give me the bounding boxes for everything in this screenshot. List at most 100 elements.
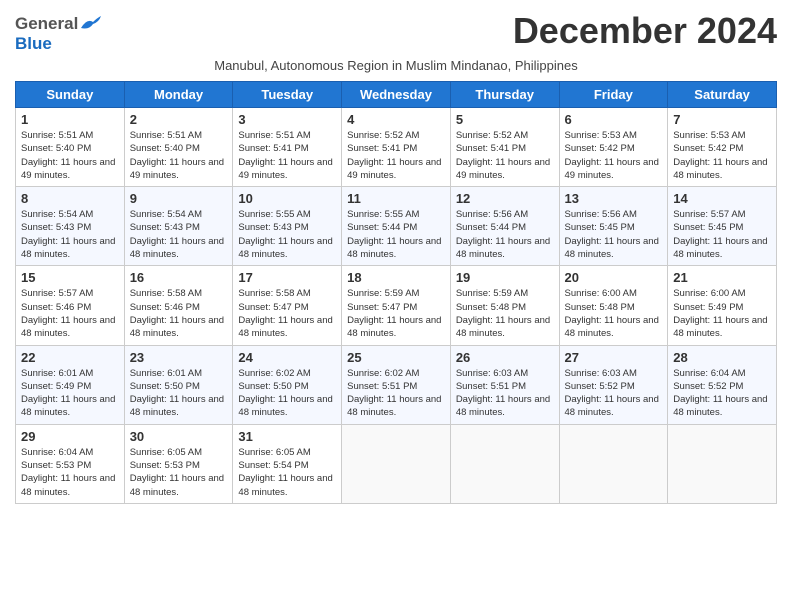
calendar-cell: 17Sunrise: 5:58 AMSunset: 5:47 PMDayligh… (233, 266, 342, 345)
day-info: Sunrise: 6:01 AMSunset: 5:49 PMDaylight:… (21, 367, 119, 420)
day-number: 20 (565, 270, 663, 285)
day-info: Sunrise: 6:02 AMSunset: 5:50 PMDaylight:… (238, 367, 336, 420)
logo-general: General (15, 14, 78, 34)
day-info: Sunrise: 5:51 AMSunset: 5:40 PMDaylight:… (130, 129, 228, 182)
calendar-cell: 12Sunrise: 5:56 AMSunset: 5:44 PMDayligh… (450, 187, 559, 266)
day-number: 15 (21, 270, 119, 285)
day-info: Sunrise: 5:55 AMSunset: 5:43 PMDaylight:… (238, 208, 336, 261)
calendar-cell: 13 Sunrise: 5:56 AMSunset: 5:45 PMDayligh… (559, 187, 668, 266)
page-header: General Blue December 2024 (15, 10, 777, 54)
calendar-week-row: 29 Sunrise: 6:04 AMSunset: 5:53 PMDayligh… (16, 424, 777, 503)
day-number: 4 (347, 112, 445, 127)
day-number: 9 (130, 191, 228, 206)
day-number: 11 (347, 191, 445, 206)
day-info: Sunrise: 5:54 AMSunset: 5:43 PMDaylight:… (21, 208, 119, 261)
calendar-cell: 18Sunrise: 5:59 AMSunset: 5:47 PMDayligh… (342, 266, 451, 345)
day-number: 28 (673, 350, 771, 365)
weekday-header-thursday: Thursday (450, 82, 559, 108)
day-info: Sunrise: 6:04 AMSunset: 5:53 PMDaylight:… (21, 446, 119, 499)
calendar-cell: 2 Sunrise: 5:51 AMSunset: 5:40 PMDaylight… (124, 108, 233, 187)
day-info: Sunrise: 5:56 AMSunset: 5:45 PMDaylight:… (565, 208, 663, 261)
day-number: 14 (673, 191, 771, 206)
calendar-cell: 8 Sunrise: 5:54 AMSunset: 5:43 PMDaylight… (16, 187, 125, 266)
day-info: Sunrise: 5:59 AMSunset: 5:47 PMDaylight:… (347, 287, 445, 340)
calendar-cell: 26Sunrise: 6:03 AMSunset: 5:51 PMDayligh… (450, 345, 559, 424)
day-info: Sunrise: 6:01 AMSunset: 5:50 PMDaylight:… (130, 367, 228, 420)
day-number: 31 (238, 429, 336, 444)
day-number: 25 (347, 350, 445, 365)
weekday-header-saturday: Saturday (668, 82, 777, 108)
day-number: 29 (21, 429, 119, 444)
calendar-cell: 20 Sunrise: 6:00 AMSunset: 5:48 PMDayligh… (559, 266, 668, 345)
day-number: 3 (238, 112, 336, 127)
day-number: 1 (21, 112, 119, 127)
calendar-cell: 3 Sunrise: 5:51 AMSunset: 5:41 PMDaylight… (233, 108, 342, 187)
calendar-cell: 24Sunrise: 6:02 AMSunset: 5:50 PMDayligh… (233, 345, 342, 424)
calendar-week-row: 22 Sunrise: 6:01 AMSunset: 5:49 PMDayligh… (16, 345, 777, 424)
day-info: Sunrise: 6:00 AMSunset: 5:49 PMDaylight:… (673, 287, 771, 340)
calendar-week-row: 8 Sunrise: 5:54 AMSunset: 5:43 PMDaylight… (16, 187, 777, 266)
day-info: Sunrise: 6:00 AMSunset: 5:48 PMDaylight:… (565, 287, 663, 340)
day-number: 16 (130, 270, 228, 285)
day-info: Sunrise: 6:04 AMSunset: 5:52 PMDaylight:… (673, 367, 771, 420)
calendar-header-row: SundayMondayTuesdayWednesdayThursdayFrid… (16, 82, 777, 108)
day-number: 30 (130, 429, 228, 444)
logo: General Blue (15, 14, 102, 54)
day-number: 22 (21, 350, 119, 365)
day-info: Sunrise: 5:58 AMSunset: 5:46 PMDaylight:… (130, 287, 228, 340)
day-info: Sunrise: 6:05 AMSunset: 5:53 PMDaylight:… (130, 446, 228, 499)
calendar-cell: 14 Sunrise: 5:57 AMSunset: 5:45 PMDayligh… (668, 187, 777, 266)
day-info: Sunrise: 6:05 AMSunset: 5:54 PMDaylight:… (238, 446, 336, 499)
day-number: 17 (238, 270, 336, 285)
weekday-header-wednesday: Wednesday (342, 82, 451, 108)
day-number: 13 (565, 191, 663, 206)
calendar-cell: 4 Sunrise: 5:52 AMSunset: 5:41 PMDaylight… (342, 108, 451, 187)
calendar-cell: 11Sunrise: 5:55 AMSunset: 5:44 PMDayligh… (342, 187, 451, 266)
calendar-cell: 25 Sunrise: 6:02 AMSunset: 5:51 PMDayligh… (342, 345, 451, 424)
day-number: 2 (130, 112, 228, 127)
calendar-cell: 29 Sunrise: 6:04 AMSunset: 5:53 PMDayligh… (16, 424, 125, 503)
weekday-header-friday: Friday (559, 82, 668, 108)
logo-blue: Blue (15, 34, 52, 54)
calendar-cell: 31 Sunrise: 6:05 AMSunset: 5:54 PMDayligh… (233, 424, 342, 503)
calendar-cell (668, 424, 777, 503)
day-info: Sunrise: 6:03 AMSunset: 5:52 PMDaylight:… (565, 367, 663, 420)
calendar-cell (559, 424, 668, 503)
day-number: 5 (456, 112, 554, 127)
calendar-cell: 30 Sunrise: 6:05 AMSunset: 5:53 PMDayligh… (124, 424, 233, 503)
calendar-cell (450, 424, 559, 503)
day-info: Sunrise: 5:57 AMSunset: 5:45 PMDaylight:… (673, 208, 771, 261)
calendar-cell: 6 Sunrise: 5:53 AMSunset: 5:42 PMDaylight… (559, 108, 668, 187)
day-number: 10 (238, 191, 336, 206)
calendar-subtitle: Manubul, Autonomous Region in Muslim Min… (15, 58, 777, 73)
day-info: Sunrise: 5:51 AMSunset: 5:41 PMDaylight:… (238, 129, 336, 182)
calendar-cell: 16 Sunrise: 5:58 AMSunset: 5:46 PMDayligh… (124, 266, 233, 345)
day-info: Sunrise: 5:53 AMSunset: 5:42 PMDaylight:… (565, 129, 663, 182)
day-number: 6 (565, 112, 663, 127)
day-info: Sunrise: 5:51 AMSunset: 5:40 PMDaylight:… (21, 129, 119, 182)
calendar-cell: 15 Sunrise: 5:57 AMSunset: 5:46 PMDayligh… (16, 266, 125, 345)
day-info: Sunrise: 5:53 AMSunset: 5:42 PMDaylight:… (673, 129, 771, 182)
calendar-week-row: 15 Sunrise: 5:57 AMSunset: 5:46 PMDayligh… (16, 266, 777, 345)
day-info: Sunrise: 5:52 AMSunset: 5:41 PMDaylight:… (347, 129, 445, 182)
day-info: Sunrise: 5:57 AMSunset: 5:46 PMDaylight:… (21, 287, 119, 340)
month-title: December 2024 (513, 10, 777, 52)
calendar-table: SundayMondayTuesdayWednesdayThursdayFrid… (15, 81, 777, 504)
day-info: Sunrise: 5:54 AMSunset: 5:43 PMDaylight:… (130, 208, 228, 261)
calendar-cell (342, 424, 451, 503)
calendar-cell: 22 Sunrise: 6:01 AMSunset: 5:49 PMDayligh… (16, 345, 125, 424)
day-info: Sunrise: 6:02 AMSunset: 5:51 PMDaylight:… (347, 367, 445, 420)
calendar-cell: 28 Sunrise: 6:04 AMSunset: 5:52 PMDayligh… (668, 345, 777, 424)
calendar-cell: 7 Sunrise: 5:53 AMSunset: 5:42 PMDaylight… (668, 108, 777, 187)
day-info: Sunrise: 5:52 AMSunset: 5:41 PMDaylight:… (456, 129, 554, 182)
day-number: 21 (673, 270, 771, 285)
day-number: 7 (673, 112, 771, 127)
day-number: 12 (456, 191, 554, 206)
calendar-week-row: 1 Sunrise: 5:51 AMSunset: 5:40 PMDaylight… (16, 108, 777, 187)
calendar-cell: 19Sunrise: 5:59 AMSunset: 5:48 PMDayligh… (450, 266, 559, 345)
calendar-cell: 1 Sunrise: 5:51 AMSunset: 5:40 PMDaylight… (16, 108, 125, 187)
calendar-cell: 21 Sunrise: 6:00 AMSunset: 5:49 PMDayligh… (668, 266, 777, 345)
calendar-cell: 5 Sunrise: 5:52 AMSunset: 5:41 PMDaylight… (450, 108, 559, 187)
day-number: 8 (21, 191, 119, 206)
day-info: Sunrise: 5:59 AMSunset: 5:48 PMDaylight:… (456, 287, 554, 340)
